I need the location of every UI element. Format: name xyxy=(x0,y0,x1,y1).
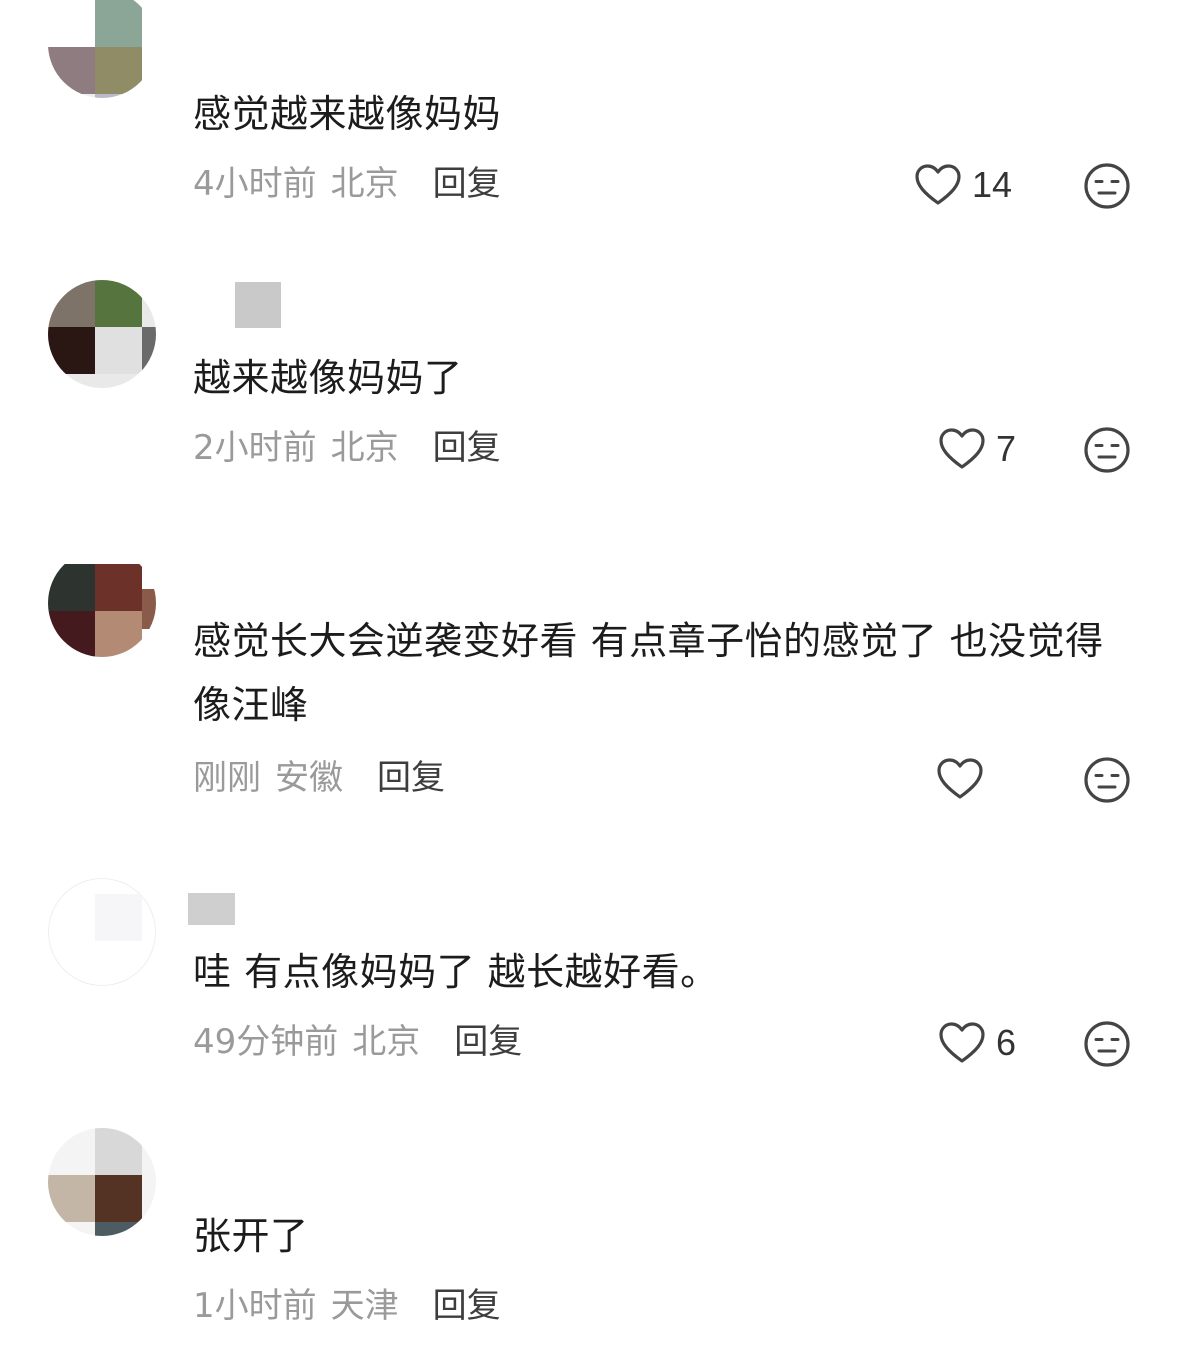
comment-text: 哇 有点像妈妈了 越长越好看。 xyxy=(193,950,719,994)
comment-time: 49分钟前 xyxy=(193,1022,339,1062)
like-count: 6 xyxy=(996,1022,1017,1063)
comment-meta: 49分钟前 北京 回复 xyxy=(193,1018,522,1066)
comment-meta: 2小时前 北京 回复 xyxy=(193,424,501,472)
dislike-button[interactable] xyxy=(1083,162,1131,210)
reply-button[interactable]: 回复 xyxy=(377,758,445,798)
comment-meta: 4小时前 北京 回复 xyxy=(193,160,501,208)
comment-meta: 刚刚 安徽 回复 xyxy=(193,754,445,802)
comment-text: 越来越像妈妈了 xyxy=(193,356,463,400)
heart-outline-icon xyxy=(937,758,983,799)
avatar[interactable] xyxy=(48,0,156,98)
comment-location: 天津 xyxy=(330,1286,399,1326)
meh-face-icon xyxy=(1084,1021,1130,1067)
comment-text: 张开了 xyxy=(193,1214,309,1258)
comment-time: 2小时前 xyxy=(193,428,317,468)
like-button[interactable]: 14 xyxy=(914,160,1012,210)
meh-face-icon xyxy=(1084,757,1130,803)
reply-button[interactable]: 回复 xyxy=(433,428,501,468)
like-button[interactable] xyxy=(936,754,994,804)
comment-location: 北京 xyxy=(330,428,399,468)
reply-button[interactable]: 回复 xyxy=(454,1022,522,1062)
dislike-button[interactable] xyxy=(1083,756,1131,804)
like-button[interactable]: 6 xyxy=(938,1018,1016,1068)
comment-time: 4小时前 xyxy=(193,164,317,204)
username-placeholder xyxy=(235,282,281,328)
avatar[interactable] xyxy=(48,549,156,657)
meh-face-icon xyxy=(1084,427,1130,473)
avatar[interactable] xyxy=(48,1128,156,1236)
comment-meta: 1小时前 天津 回复 xyxy=(193,1282,501,1330)
dislike-button[interactable] xyxy=(1083,426,1131,474)
reply-button[interactable]: 回复 xyxy=(433,164,501,204)
avatar[interactable] xyxy=(48,878,156,986)
reply-button[interactable]: 回复 xyxy=(433,1286,501,1326)
comment-text: 感觉越来越像妈妈 xyxy=(193,92,502,136)
meh-face-icon xyxy=(1084,163,1130,209)
like-button[interactable]: 7 xyxy=(938,424,1016,474)
heart-outline-icon xyxy=(939,428,985,469)
dislike-button[interactable] xyxy=(1083,1020,1131,1068)
comment-location: 安徽 xyxy=(275,758,343,798)
comment-time: 刚刚 xyxy=(193,758,261,798)
comment-location: 北京 xyxy=(330,164,399,204)
like-count: 14 xyxy=(972,164,1013,205)
avatar[interactable] xyxy=(48,280,156,388)
heart-outline-icon xyxy=(915,164,961,205)
username-placeholder xyxy=(188,893,235,925)
heart-outline-icon xyxy=(939,1022,985,1063)
comment-time: 1小时前 xyxy=(193,1286,317,1326)
comment-location: 北京 xyxy=(352,1022,421,1062)
comment-text: 感觉长大会逆袭变好看 有点章子怡的感觉了 也没觉得像汪峰 xyxy=(193,619,1104,727)
like-count: 7 xyxy=(996,428,1017,469)
